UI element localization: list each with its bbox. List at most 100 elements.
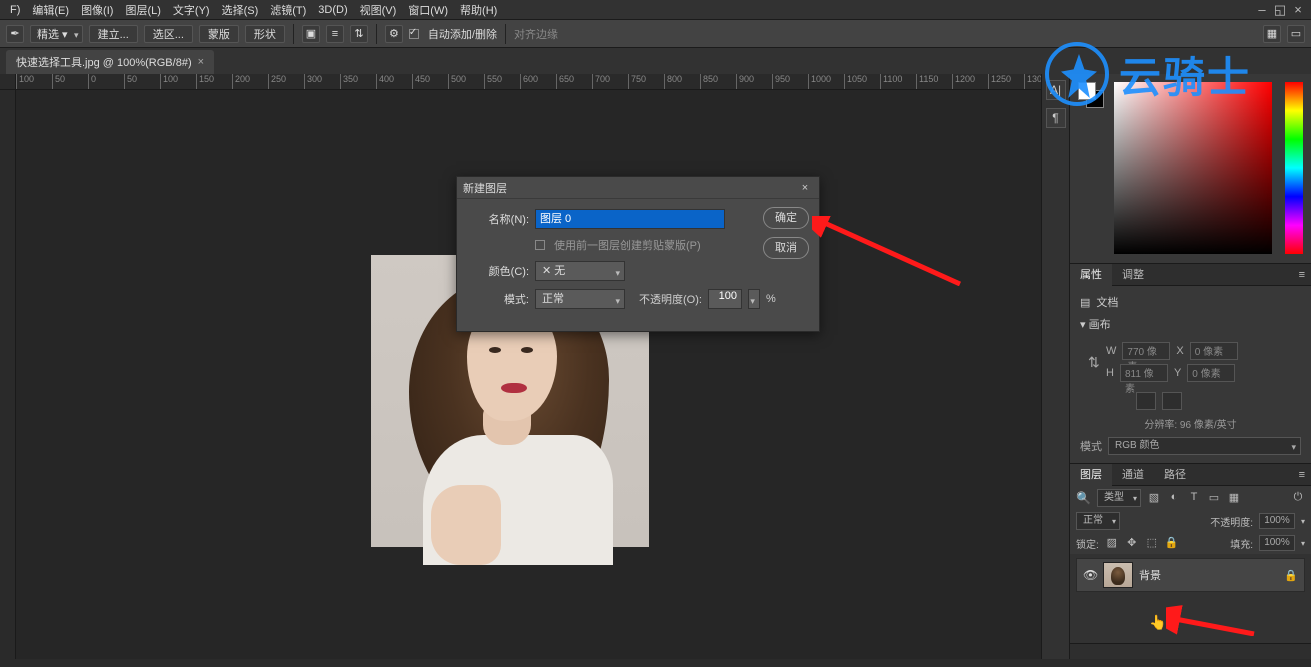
- watermark-text: 云骑士: [1119, 44, 1251, 105]
- screenmode-icon[interactable]: ▭: [1287, 25, 1305, 43]
- color-select[interactable]: ✕ 无: [535, 261, 625, 281]
- tab-adjustments[interactable]: 调整: [1112, 264, 1154, 286]
- lock-all-icon[interactable]: 🔒: [1165, 536, 1179, 550]
- dialog-titlebar[interactable]: 新建图层 ×: [457, 177, 819, 199]
- layer-lock-icon[interactable]: 🔒: [1284, 569, 1298, 582]
- filter-pixel-icon[interactable]: ▧: [1147, 491, 1161, 505]
- ruler-tick: 1050: [844, 74, 867, 90]
- filter-type-icon[interactable]: T: [1187, 491, 1201, 505]
- orientation-landscape-icon[interactable]: [1162, 392, 1182, 410]
- menu-file[interactable]: F): [4, 4, 26, 16]
- tab-paths[interactable]: 路径: [1154, 464, 1196, 486]
- blend-mode-select[interactable]: 正常: [535, 289, 625, 309]
- pathop-combine-icon[interactable]: ▣: [302, 25, 320, 43]
- hue-slider[interactable]: [1285, 82, 1303, 254]
- menu-view[interactable]: 视图(V): [354, 2, 403, 18]
- tab-properties[interactable]: 属性: [1070, 264, 1112, 286]
- layer-thumbnail[interactable]: [1103, 562, 1133, 588]
- document-tab-close-icon[interactable]: ×: [198, 56, 204, 68]
- filter-kind-select[interactable]: 类型: [1097, 489, 1141, 507]
- fill-input[interactable]: 100%: [1259, 535, 1295, 551]
- right-panel-group: 属性 调整 ≡ ▤文档 ▾ 画布 ⇅ W 770 像素 X 0 像素 H 811…: [1069, 74, 1311, 667]
- document-tab[interactable]: 快速选择工具.jpg @ 100%(RGB/8#) ×: [6, 50, 214, 74]
- blendmode-select[interactable]: 正常: [1076, 512, 1120, 530]
- layer-row-background[interactable]: 👁 背景 🔒: [1076, 558, 1305, 592]
- menu-type[interactable]: 文字(Y): [167, 2, 216, 18]
- filter-toggle-icon[interactable]: ⏻: [1291, 491, 1305, 505]
- link-wh-icon[interactable]: ⇅: [1088, 354, 1102, 371]
- layer-name-input[interactable]: 图层 0: [535, 209, 725, 229]
- menu-edit[interactable]: 编辑(E): [26, 2, 75, 18]
- dialog-ok-button[interactable]: 确定: [763, 207, 809, 229]
- document-icon: ▤: [1080, 296, 1090, 309]
- colormode-select[interactable]: RGB 颜色: [1108, 437, 1301, 455]
- ruler-tick: 950: [772, 74, 790, 90]
- filter-search-icon[interactable]: 🔍: [1076, 491, 1091, 505]
- menu-filter[interactable]: 滤镜(T): [264, 2, 312, 18]
- ruler-tick: 200: [232, 74, 250, 90]
- opt-build-button[interactable]: 建立...: [89, 25, 138, 43]
- menu-image[interactable]: 图像(I): [75, 2, 119, 18]
- menu-3d[interactable]: 3D(D): [312, 4, 353, 16]
- menu-window[interactable]: 窗口(W): [402, 2, 454, 18]
- menu-select[interactable]: 选择(S): [216, 2, 265, 18]
- color-label: 颜色(C):: [469, 263, 529, 279]
- tab-channels[interactable]: 通道: [1112, 464, 1154, 486]
- tool-pen-icon[interactable]: ✒: [6, 25, 24, 43]
- quickmask-icon[interactable]: ▦: [1263, 25, 1281, 43]
- ruler-tick: 1250: [988, 74, 1011, 90]
- ruler-vertical[interactable]: [0, 74, 16, 659]
- orientation-portrait-icon[interactable]: [1136, 392, 1156, 410]
- window-close-icon[interactable]: ×: [1289, 2, 1307, 17]
- width-input[interactable]: 770 像素: [1122, 342, 1170, 360]
- layers-menu-icon[interactable]: ≡: [1293, 469, 1311, 481]
- dialog-close-icon[interactable]: ×: [797, 182, 813, 194]
- opt-area-button[interactable]: 选区...: [144, 25, 193, 43]
- height-input[interactable]: 811 像素: [1120, 364, 1168, 382]
- name-label: 名称(N):: [469, 211, 529, 227]
- color-field[interactable]: [1114, 82, 1272, 254]
- ruler-tick: 150: [196, 74, 214, 90]
- auto-add-delete-checkbox[interactable]: [409, 29, 419, 39]
- opacity-stepper[interactable]: [748, 289, 760, 309]
- properties-tabs: 属性 调整 ≡: [1070, 264, 1311, 286]
- ruler-tick: 1100: [880, 74, 902, 90]
- ruler-tick: 550: [484, 74, 502, 90]
- window-minimize-icon[interactable]: –: [1253, 2, 1271, 17]
- ruler-tick: 500: [448, 74, 466, 90]
- filter-shape-icon[interactable]: ▭: [1207, 491, 1221, 505]
- opacity-input[interactable]: 100: [708, 289, 742, 309]
- ruler-tick: 850: [700, 74, 718, 90]
- menu-help[interactable]: 帮助(H): [454, 2, 503, 18]
- props-canvas-section[interactable]: ▾ 画布: [1080, 316, 1301, 332]
- ruler-tick: 1000: [808, 74, 831, 90]
- dialog-cancel-button[interactable]: 取消: [763, 237, 809, 259]
- pathop-align-icon[interactable]: ≡: [326, 25, 344, 43]
- lock-artboard-icon[interactable]: ⬚: [1145, 536, 1159, 550]
- ruler-tick: 800: [664, 74, 682, 90]
- lock-pixels-icon[interactable]: ▨: [1105, 536, 1119, 550]
- tool-preset-select[interactable]: 精选 ▾: [30, 25, 83, 43]
- status-bar: [0, 659, 1311, 667]
- opt-shape-button[interactable]: 形状: [245, 25, 285, 43]
- panel-menu-icon[interactable]: ≡: [1293, 269, 1311, 281]
- filter-smart-icon[interactable]: ▦: [1227, 491, 1241, 505]
- layer-opacity-input[interactable]: 100%: [1259, 513, 1295, 529]
- pathop-arrange-icon[interactable]: ⇅: [350, 25, 368, 43]
- window-restore-icon[interactable]: ◱: [1271, 2, 1289, 18]
- gear-icon[interactable]: ⚙: [385, 25, 403, 43]
- tab-layers[interactable]: 图层: [1070, 464, 1112, 486]
- filter-adjust-icon[interactable]: ◐: [1167, 491, 1181, 505]
- ruler-horizontal[interactable]: 1005005010015020025030035040045050055060…: [16, 74, 1069, 90]
- auto-add-delete-label: 自动添加/删除: [428, 26, 497, 42]
- y-input[interactable]: 0 像素: [1187, 364, 1235, 382]
- layers-panel: 图层 通道 路径 ≡ 🔍 类型 ▧ ◐ T ▭ ▦ ⏻ 正常 不透明度: 100…: [1070, 463, 1311, 667]
- opt-mask-button[interactable]: 蒙版: [199, 25, 239, 43]
- paragraph-panel-icon[interactable]: ¶: [1046, 108, 1066, 128]
- lock-position-icon[interactable]: ✥: [1125, 536, 1139, 550]
- clip-mask-checkbox[interactable]: [535, 240, 545, 250]
- x-input[interactable]: 0 像素: [1190, 342, 1238, 360]
- layer-name-label[interactable]: 背景: [1139, 567, 1278, 583]
- menu-layer[interactable]: 图层(L): [119, 2, 166, 18]
- visibility-eye-icon[interactable]: 👁: [1083, 568, 1097, 582]
